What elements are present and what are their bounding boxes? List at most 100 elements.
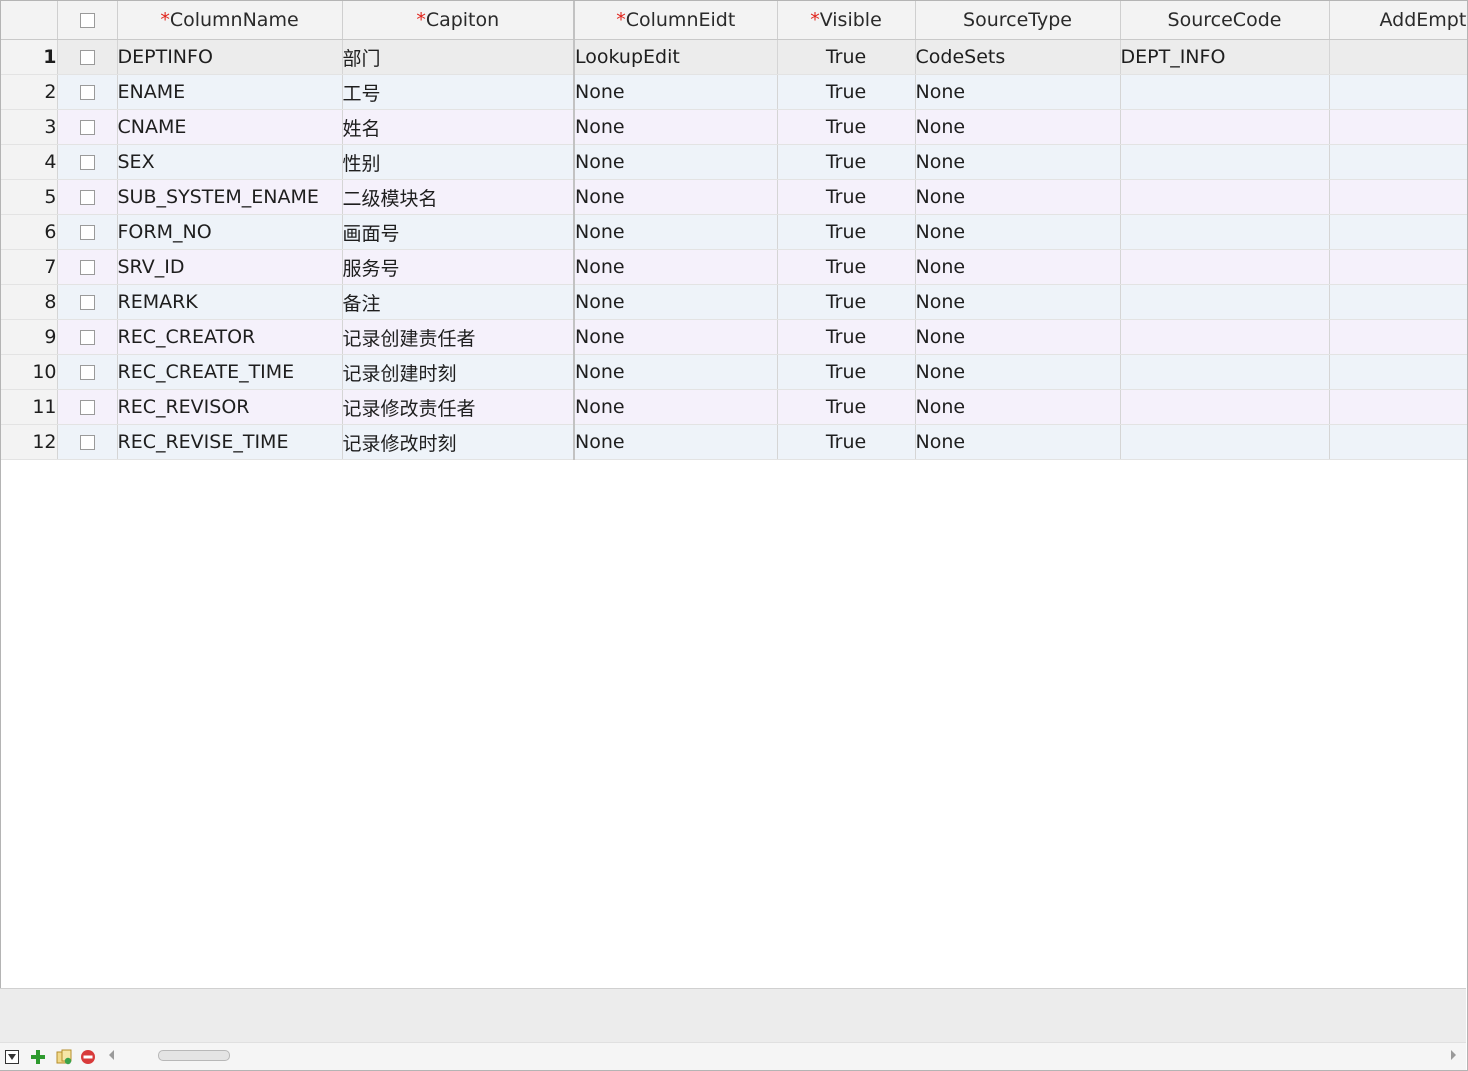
row-checkbox[interactable] <box>79 435 95 450</box>
cell-columneidt[interactable]: None <box>573 249 778 285</box>
table-row[interactable]: 6FORM_NO画面号NoneTrueNoneTrue <box>1 214 1467 250</box>
row-select-cell[interactable] <box>57 74 118 110</box>
scroll-right-arrow[interactable] <box>1451 1050 1456 1060</box>
cell-addempty[interactable]: True <box>1329 214 1467 250</box>
cell-sourcetype[interactable]: None <box>915 319 1121 355</box>
row-select-cell[interactable] <box>57 354 118 390</box>
cell-addempty[interactable]: True <box>1329 109 1467 145</box>
column-header-columneidt[interactable]: *ColumnEidt <box>573 1 778 40</box>
cell-columneidt[interactable]: None <box>573 144 778 180</box>
cell-sourcetype[interactable]: None <box>915 424 1121 460</box>
cell-columneidt[interactable]: None <box>573 214 778 250</box>
cell-columnname[interactable]: SRV_ID <box>117 249 343 285</box>
column-header-columnname[interactable]: *ColumnName <box>117 1 343 40</box>
cell-sourcetype[interactable]: CodeSets <box>915 39 1121 75</box>
cell-visible[interactable]: True <box>777 389 916 425</box>
cell-capiton[interactable]: 姓名 <box>342 109 575 145</box>
row-checkbox[interactable] <box>79 295 95 310</box>
cell-sourcecode[interactable] <box>1120 74 1330 110</box>
row-number[interactable]: 11 <box>1 389 58 425</box>
row-number[interactable]: 1 <box>1 39 58 75</box>
cell-columnname[interactable]: REC_REVISE_TIME <box>117 424 343 460</box>
table-row[interactable]: 8REMARK备注NoneTrueNoneTrue <box>1 284 1467 320</box>
cell-capiton[interactable]: 性别 <box>342 144 575 180</box>
cell-sourcecode[interactable] <box>1120 319 1330 355</box>
cell-visible[interactable]: True <box>777 179 916 215</box>
cell-columneidt[interactable]: None <box>573 389 778 425</box>
row-number[interactable]: 6 <box>1 214 58 250</box>
table-row[interactable]: 4SEX性别NoneTrueNoneTrue <box>1 144 1467 180</box>
column-header-sourcetype[interactable]: SourceType <box>915 1 1121 40</box>
row-number[interactable]: 5 <box>1 179 58 215</box>
row-select-cell[interactable] <box>57 39 118 75</box>
row-checkbox[interactable] <box>79 190 95 205</box>
cell-columnname[interactable]: FORM_NO <box>117 214 343 250</box>
cell-visible[interactable]: True <box>777 39 916 75</box>
cell-sourcetype[interactable]: None <box>915 144 1121 180</box>
cell-visible[interactable]: True <box>777 424 916 460</box>
add-icon[interactable] <box>30 1049 46 1065</box>
cell-sourcecode[interactable] <box>1120 249 1330 285</box>
table-row[interactable]: 12REC_REVISE_TIME记录修改时刻NoneTrueNoneTrue <box>1 424 1467 460</box>
row-checkbox[interactable] <box>79 400 95 415</box>
cell-visible[interactable]: True <box>777 74 916 110</box>
cell-sourcecode[interactable] <box>1120 389 1330 425</box>
table-row[interactable]: 1 DEPTINFO 部门 LookupEdit True CodeSets DEPT_IN… <box>1 39 1467 75</box>
table-row[interactable]: 2ENAME工号NoneTrueNoneTrue <box>1 74 1467 110</box>
row-checkbox[interactable] <box>79 260 95 275</box>
table-row[interactable]: 10REC_CREATE_TIME记录创建时刻NoneTrueNoneTrue <box>1 354 1467 390</box>
select-all-header[interactable] <box>57 1 118 40</box>
cell-addempty[interactable]: True <box>1329 424 1467 460</box>
cell-sourcecode[interactable] <box>1120 284 1330 320</box>
cell-capiton[interactable]: 工号 <box>342 74 575 110</box>
cell-capiton[interactable]: 二级模块名 <box>342 179 575 215</box>
cell-sourcetype[interactable]: None <box>915 179 1121 215</box>
cell-sourcetype[interactable]: None <box>915 354 1121 390</box>
row-checkbox[interactable] <box>79 225 95 240</box>
cell-addempty[interactable]: True <box>1329 389 1467 425</box>
cell-sourcetype[interactable]: None <box>915 389 1121 425</box>
table-row[interactable]: 9REC_CREATOR记录创建责任者NoneTrueNoneTrue <box>1 319 1467 355</box>
cell-addempty[interactable]: True <box>1329 74 1467 110</box>
column-header-addempty[interactable]: AddEmpty <box>1329 1 1467 40</box>
delete-icon[interactable] <box>80 1049 96 1065</box>
table-row[interactable]: 11REC_REVISOR记录修改责任者NoneTrueNoneTrue <box>1 389 1467 425</box>
cell-visible[interactable]: True <box>777 249 916 285</box>
row-number[interactable]: 3 <box>1 109 58 145</box>
cell-columneidt[interactable]: None <box>573 354 778 390</box>
cell-addempty[interactable]: True <box>1329 39 1467 75</box>
cell-columneidt[interactable]: None <box>573 109 778 145</box>
table-row[interactable]: 7SRV_ID服务号NoneTrueNoneTrue <box>1 249 1467 285</box>
row-checkbox[interactable] <box>79 155 95 170</box>
cell-sourcetype[interactable]: None <box>915 284 1121 320</box>
cell-columneidt[interactable]: None <box>573 424 778 460</box>
cell-capiton[interactable]: 记录修改责任者 <box>342 389 575 425</box>
cell-columneidt[interactable]: None <box>573 319 778 355</box>
cell-capiton[interactable]: 记录修改时刻 <box>342 424 575 460</box>
cell-capiton[interactable]: 记录创建责任者 <box>342 319 575 355</box>
cell-columneidt[interactable]: None <box>573 74 778 110</box>
cell-columnname[interactable]: ENAME <box>117 74 343 110</box>
column-header-capiton[interactable]: *Capiton <box>342 1 575 40</box>
cell-sourcecode[interactable] <box>1120 424 1330 460</box>
row-number[interactable]: 12 <box>1 424 58 460</box>
row-select-cell[interactable] <box>57 109 118 145</box>
cell-columnname[interactable]: REC_CREATOR <box>117 319 343 355</box>
cell-addempty[interactable]: True <box>1329 144 1467 180</box>
cell-capiton[interactable]: 备注 <box>342 284 575 320</box>
cell-addempty[interactable]: True <box>1329 354 1467 390</box>
cell-columneidt[interactable]: LookupEdit <box>573 39 778 75</box>
cell-capiton[interactable]: 部门 <box>342 39 575 75</box>
cell-columneidt[interactable]: None <box>573 179 778 215</box>
row-select-cell[interactable] <box>57 319 118 355</box>
cell-columnname[interactable]: DEPTINFO <box>117 39 343 75</box>
row-select-cell[interactable] <box>57 249 118 285</box>
cell-columnname[interactable]: SEX <box>117 144 343 180</box>
cell-sourcecode[interactable] <box>1120 144 1330 180</box>
row-number[interactable]: 7 <box>1 249 58 285</box>
cell-visible[interactable]: True <box>777 214 916 250</box>
horizontal-scroll-thumb[interactable] <box>158 1050 230 1061</box>
row-number[interactable]: 9 <box>1 319 58 355</box>
cell-columnname[interactable]: REC_CREATE_TIME <box>117 354 343 390</box>
cell-columnname[interactable]: REMARK <box>117 284 343 320</box>
